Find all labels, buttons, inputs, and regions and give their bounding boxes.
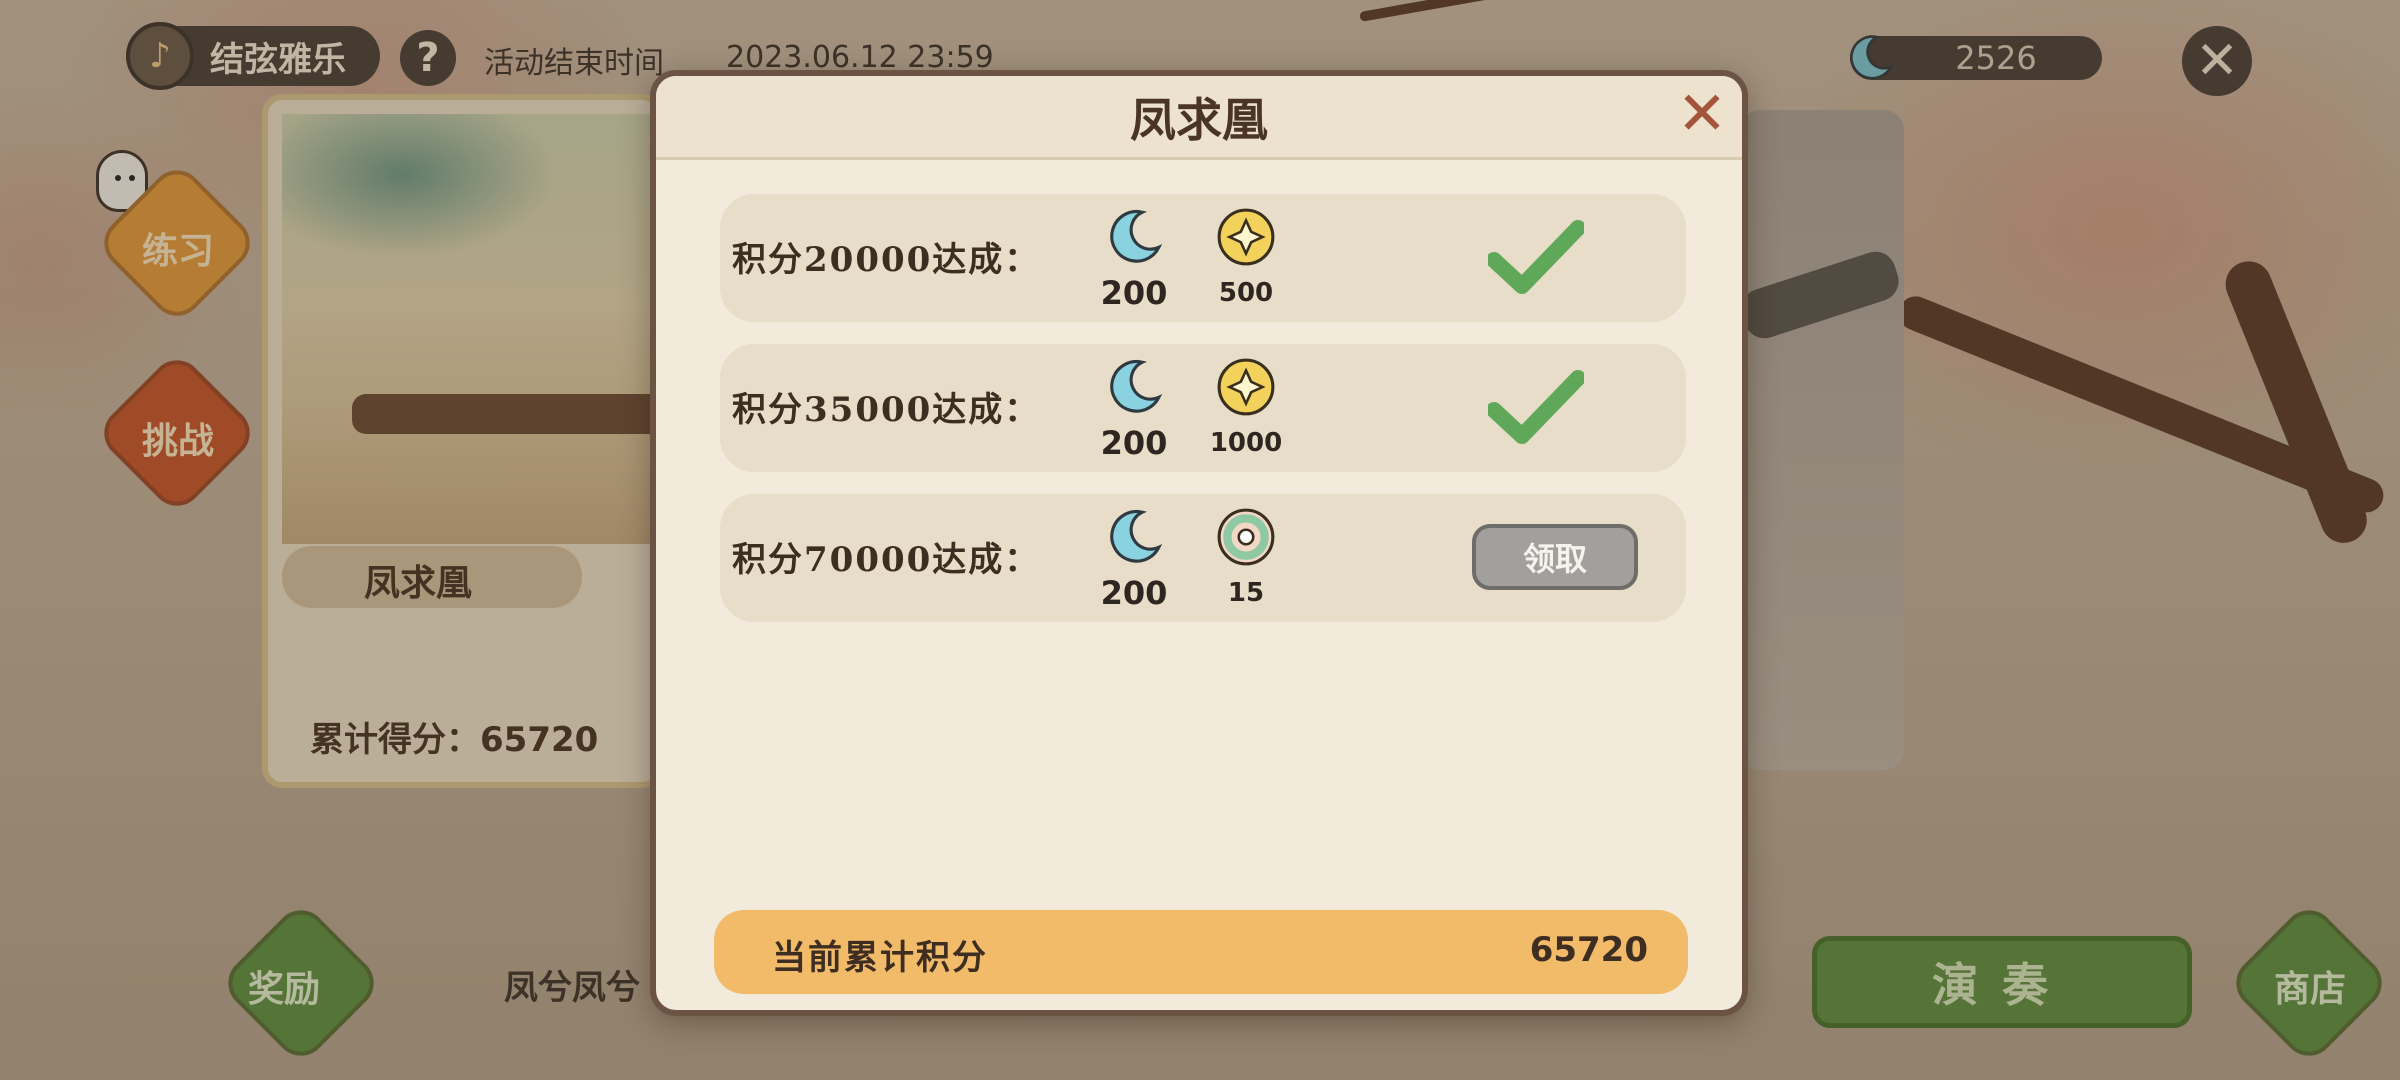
total-score-value: 65720	[1529, 930, 1648, 970]
reward-threshold-label: 积分35000达成：	[732, 390, 1041, 430]
reward-quantity: 15	[1227, 578, 1265, 608]
reward-threshold-label: 积分70000达成：	[732, 540, 1041, 580]
moon-currency-icon	[1110, 510, 1163, 563]
reward-quantity: 200	[1100, 574, 1168, 612]
total-score-label: 当前累计积分	[772, 938, 988, 978]
reward-threshold-label: 积分20000达成：	[732, 240, 1041, 280]
reward-quantity: 200	[1100, 274, 1168, 312]
moon-currency-icon	[1110, 210, 1163, 263]
reward-quantity: 200	[1100, 424, 1168, 462]
reward-quantity: 1000	[1209, 428, 1283, 458]
reward-item-ring: 15	[1196, 506, 1296, 608]
claim-button[interactable]: 领取	[1472, 524, 1638, 590]
reward-row: 积分70000达成： 200 15 领取	[720, 494, 1686, 622]
total-score-bar: 当前累计积分 65720	[714, 910, 1688, 994]
gold-coin-icon	[1217, 358, 1275, 416]
jade-ring-icon	[1217, 508, 1275, 566]
modal-close-button[interactable]: ✕	[1672, 79, 1732, 149]
moon-currency-icon	[1110, 360, 1163, 413]
reward-item-coin: 1000	[1196, 356, 1296, 458]
reward-item-moon: 200	[1084, 206, 1184, 312]
reward-item-moon: 200	[1084, 506, 1184, 612]
reward-row: 积分35000达成： 200 1000	[720, 344, 1686, 472]
reward-row: 积分20000达成： 200 500	[720, 194, 1686, 322]
gold-coin-icon	[1217, 208, 1275, 266]
reward-item-moon: 200	[1084, 356, 1184, 462]
reward-item-coin: 500	[1196, 206, 1296, 308]
rewards-modal: 凤求凰 ✕ 积分20000达成： 200 500 积分35000达成： 200 …	[650, 70, 1748, 1016]
modal-title: 凤求凰	[1130, 93, 1268, 147]
reward-quantity: 500	[1218, 278, 1274, 308]
modal-header: 凤求凰	[656, 76, 1742, 160]
claimed-check-icon	[1488, 370, 1584, 444]
claimed-check-icon	[1488, 220, 1584, 294]
